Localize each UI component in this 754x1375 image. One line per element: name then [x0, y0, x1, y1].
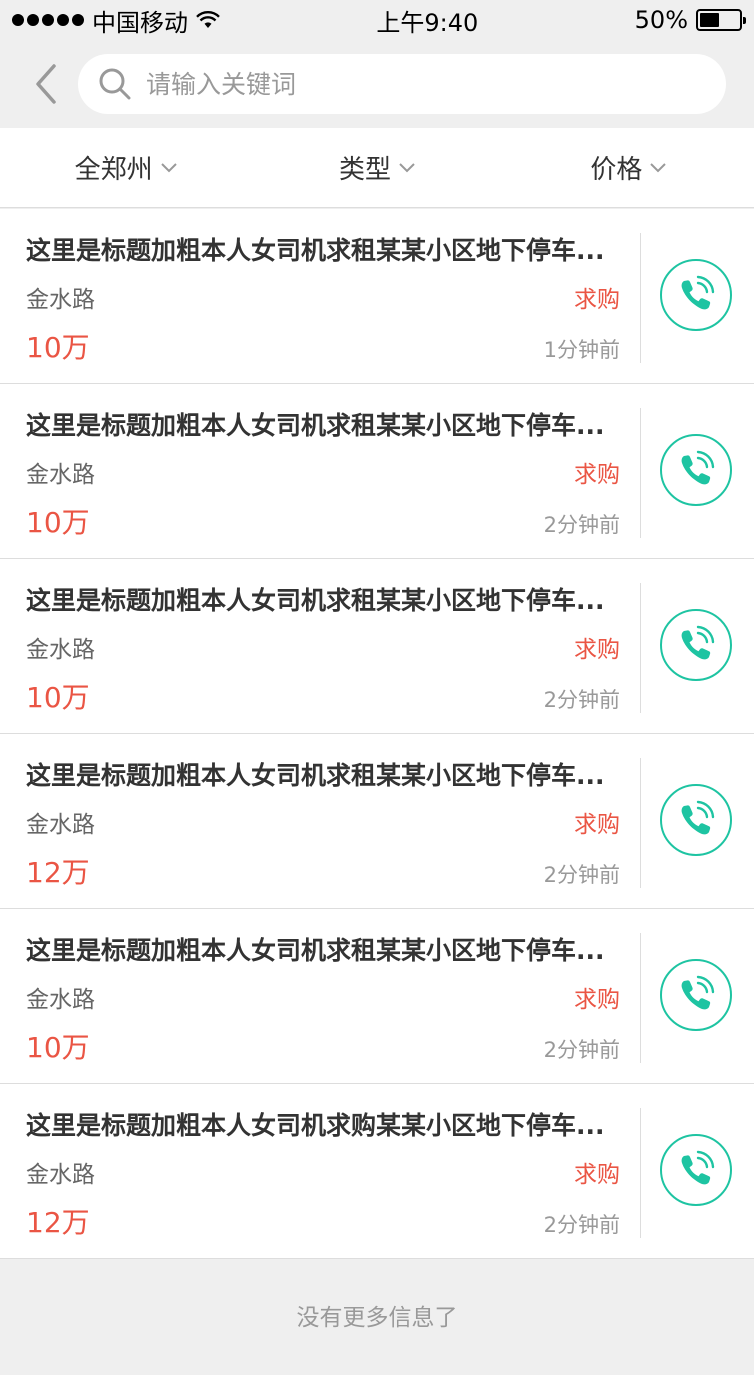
search-header	[0, 40, 754, 128]
battery-level	[700, 13, 719, 27]
listing-title: 这里是标题加粗本人女司机求租某某小区地下停车...	[26, 936, 605, 965]
listing-divider	[640, 233, 641, 363]
listing-item[interactable]: 这里是标题加粗本人女司机求租某某小区地下停车... 金水路 10万 求购 2分钟…	[0, 384, 754, 559]
listing-item[interactable]: 这里是标题加粗本人女司机求租某某小区地下停车... 金水路 12万 求购 2分钟…	[0, 734, 754, 909]
listing-time: 1分钟前	[543, 338, 620, 362]
listing-time: 2分钟前	[543, 1213, 620, 1237]
battery-icon	[696, 9, 746, 31]
search-input[interactable]	[146, 69, 726, 99]
listing-title: 这里是标题加粗本人女司机求租某某小区地下停车...	[26, 761, 605, 790]
phone-icon	[681, 1150, 715, 1185]
call-button[interactable]	[660, 784, 732, 856]
status-left: 中国移动	[12, 3, 220, 38]
wifi-icon	[196, 11, 220, 28]
status-time: 上午9:40	[376, 8, 479, 37]
back-chevron-icon[interactable]	[30, 62, 62, 106]
listing-road: 金水路	[26, 287, 95, 313]
listing-road: 金水路	[26, 637, 95, 663]
listing-item[interactable]: 这里是标题加粗本人女司机求租某某小区地下停车... 金水路 10万 求购 1分钟…	[0, 209, 754, 384]
signal-icon	[12, 14, 84, 26]
no-more-info: 没有更多信息了	[296, 1305, 458, 1331]
listing-title: 这里是标题加粗本人女司机求租某某小区地下停车...	[26, 411, 605, 440]
carrier-label: 中国移动	[92, 8, 188, 37]
call-button[interactable]	[660, 434, 732, 506]
filter-price[interactable]: 价格	[503, 128, 754, 207]
listing-list: 这里是标题加粗本人女司机求租某某小区地下停车... 金水路 10万 求购 1分钟…	[0, 209, 754, 1259]
phone-icon	[681, 275, 715, 310]
listing-divider	[640, 933, 641, 1063]
chevron-down-icon	[160, 162, 177, 172]
listing-price: 10万	[26, 331, 90, 364]
phone-icon	[681, 800, 715, 835]
listing-tag: 求购	[574, 462, 620, 488]
listing-road: 金水路	[26, 987, 95, 1013]
listing-tag: 求购	[574, 987, 620, 1013]
filter-type-label: 类型	[338, 155, 391, 185]
call-button[interactable]	[660, 609, 732, 681]
listing-divider	[640, 758, 641, 888]
listing-price: 12万	[26, 1206, 90, 1239]
filter-region[interactable]: 全郑州	[0, 128, 251, 207]
chevron-down-icon	[399, 162, 415, 172]
listing-price: 12万	[26, 856, 90, 889]
listing-time: 2分钟前	[543, 1038, 620, 1062]
phone-icon	[681, 450, 715, 485]
listing-divider	[640, 583, 641, 713]
status-bar: 中国移动 上午9:40 50%	[0, 0, 754, 40]
phone-icon	[681, 975, 715, 1010]
listing-time: 2分钟前	[543, 688, 620, 712]
listing-time: 2分钟前	[543, 863, 620, 887]
call-button[interactable]	[660, 959, 732, 1031]
listing-road: 金水路	[26, 812, 95, 838]
filter-bar: 全郑州 类型 价格	[0, 128, 754, 208]
listing-price: 10万	[26, 681, 90, 714]
listing-time: 2分钟前	[543, 513, 620, 537]
call-button[interactable]	[660, 259, 732, 331]
listing-title: 这里是标题加粗本人女司机求租某某小区地下停车...	[26, 236, 605, 265]
listing-divider	[640, 408, 641, 538]
search-box[interactable]	[78, 54, 726, 114]
status-right: 50%	[634, 6, 746, 34]
listing-road: 金水路	[26, 1162, 95, 1188]
listing-divider	[640, 1108, 641, 1238]
listing-price: 10万	[26, 1031, 90, 1064]
listing-item[interactable]: 这里是标题加粗本人女司机求租某某小区地下停车... 金水路 10万 求购 2分钟…	[0, 909, 754, 1084]
phone-icon	[681, 625, 715, 660]
filter-price-label: 价格	[590, 155, 643, 185]
listing-tag: 求购	[574, 637, 620, 663]
listing-item[interactable]: 这里是标题加粗本人女司机求购某某小区地下停车... 金水路 12万 求购 2分钟…	[0, 1084, 754, 1259]
listing-tag: 求购	[574, 1162, 620, 1188]
battery-percent: 50%	[634, 6, 688, 34]
search-icon	[99, 68, 131, 100]
listing-title: 这里是标题加粗本人女司机求租某某小区地下停车...	[26, 586, 605, 615]
listing-tag: 求购	[574, 812, 620, 838]
listing-road: 金水路	[26, 462, 95, 488]
filter-type[interactable]: 类型	[251, 128, 502, 207]
listing-price: 10万	[26, 506, 90, 539]
call-button[interactable]	[660, 1134, 732, 1206]
listing-item[interactable]: 这里是标题加粗本人女司机求租某某小区地下停车... 金水路 10万 求购 2分钟…	[0, 559, 754, 734]
filter-region-label: 全郑州	[74, 155, 153, 185]
chevron-down-icon	[650, 162, 667, 172]
listing-title: 这里是标题加粗本人女司机求购某某小区地下停车...	[26, 1111, 605, 1140]
listing-tag: 求购	[574, 287, 620, 313]
